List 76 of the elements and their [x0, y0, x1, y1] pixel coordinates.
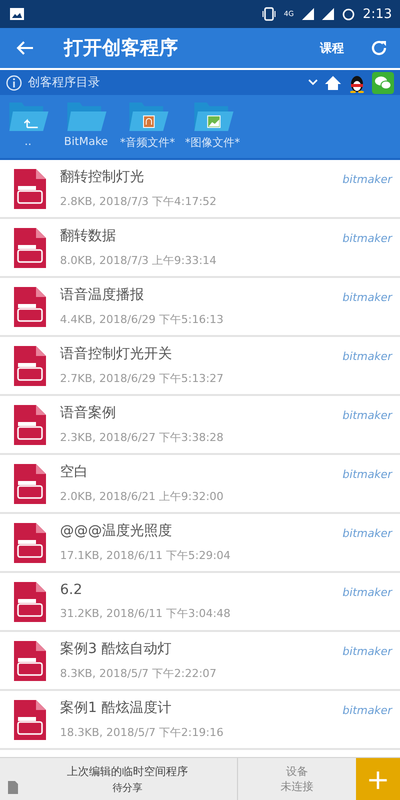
file-row[interactable]: 案例3 酷炫自动灯 8.3KB, 2018/5/7 下午2:22:07 bitmaker	[0, 632, 400, 691]
chevron-down-icon[interactable]	[308, 78, 318, 86]
vibrate-icon	[262, 7, 276, 21]
signal-icon	[322, 8, 334, 20]
file-name: 翻转数据	[60, 227, 117, 245]
file-name: 空白	[60, 463, 89, 481]
file-author: bitmaker	[342, 232, 392, 245]
document-icon	[14, 522, 46, 562]
document-icon	[14, 582, 46, 622]
device-label: 设备	[286, 764, 308, 779]
image-notification-icon	[10, 8, 24, 20]
file-row[interactable]: @@@温度光照度 17.1KB, 2018/6/11 下午5:29:04 bitmaker	[0, 514, 400, 573]
file-name: 语音温度播报	[60, 286, 145, 304]
document-icon	[14, 700, 46, 740]
file-row[interactable]: 语音温度播报 4.4KB, 2018/6/29 下午5:16:13 bitmaker	[0, 278, 400, 337]
file-author: bitmaker	[342, 645, 392, 658]
folder-name: ..	[24, 135, 32, 148]
file-details: 8.0KB, 2018/7/3 上午9:33:14	[60, 253, 218, 268]
file-details: 2.8KB, 2018/7/3 下午4:17:52	[60, 194, 218, 209]
info-icon[interactable]	[6, 74, 22, 90]
file-author: bitmaker	[342, 350, 392, 363]
recent-program-button[interactable]: 上次编辑的临时空间程序 待分享	[0, 758, 238, 800]
folder-name: *图像文件*	[185, 135, 240, 150]
directory-label: 创客程序目录	[28, 74, 101, 91]
document-icon	[14, 640, 46, 680]
file-row[interactable]: 语音案例 2.3KB, 2018/6/27 下午3:38:28 bitmaker	[0, 396, 400, 455]
page-title: 打开创客程序	[64, 36, 179, 61]
course-link[interactable]: 课程	[320, 40, 344, 56]
file-details: 8.3KB, 2018/5/7 下午2:22:07	[60, 666, 218, 681]
file-name: 翻转控制灯光	[60, 168, 145, 186]
file-details: 17.1KB, 2018/6/11 下午5:29:04	[60, 548, 232, 563]
document-icon	[14, 168, 46, 208]
folder-name: *音频文件*	[120, 135, 175, 150]
document-icon	[14, 404, 46, 444]
file-name: 案例1 酷炫温度计	[60, 699, 172, 717]
refresh-icon[interactable]	[370, 39, 388, 57]
file-author: bitmaker	[342, 527, 392, 540]
signal-icon	[302, 8, 314, 20]
file-row[interactable]: 6.2 31.2KB, 2018/6/11 下午3:04:48 bitmaker	[0, 573, 400, 632]
file-row[interactable]: 翻转数据 8.0KB, 2018/7/3 上午9:33:14 bitmaker	[0, 219, 400, 278]
document-icon	[14, 464, 46, 504]
back-arrow-icon	[16, 40, 34, 56]
document-icon	[14, 346, 46, 386]
recent-program-title: 上次编辑的临时空间程序	[67, 764, 188, 778]
file-author: bitmaker	[342, 468, 392, 481]
file-details: 2.3KB, 2018/6/27 下午3:38:28	[60, 430, 225, 445]
file-details: 2.7KB, 2018/6/29 下午5:13:27	[60, 371, 225, 386]
file-author: bitmaker	[342, 173, 392, 186]
home-icon[interactable]	[324, 74, 342, 90]
file-row[interactable]: 空白 2.0KB, 2018/6/21 上午9:32:00 bitmaker	[0, 455, 400, 514]
file-author: bitmaker	[342, 409, 392, 422]
back-button[interactable]	[16, 40, 34, 56]
loading-icon	[342, 8, 355, 20]
file-row[interactable]: 翻转控制灯光 2.8KB, 2018/7/3 下午4:17:52 bitmaker	[0, 160, 400, 219]
file-name: 6.2	[60, 582, 84, 598]
chat-app-icon[interactable]	[372, 72, 394, 94]
file-name: 案例3 酷炫自动灯	[60, 640, 172, 658]
file-name: 语音控制灯光开关	[60, 345, 173, 363]
file-row[interactable]: 案例1 酷炫温度计 18.3KB, 2018/5/7 下午2:19:16 bitmaker	[0, 691, 400, 750]
folder-name: BitMake	[64, 135, 108, 148]
file-details: 2.0KB, 2018/6/21 上午9:32:00	[60, 489, 225, 504]
file-details: 18.3KB, 2018/5/7 下午2:19:16	[60, 725, 225, 740]
file-author: bitmaker	[342, 704, 392, 717]
document-icon	[14, 228, 46, 268]
file-author: bitmaker	[342, 291, 392, 304]
file-name: @@@温度光照度	[60, 522, 173, 540]
document-icon	[14, 286, 46, 326]
file-name: 语音案例	[60, 404, 117, 422]
file-author: bitmaker	[342, 586, 392, 599]
clock: 2:13	[362, 6, 392, 22]
file-row[interactable]: 语音控制灯光开关 2.7KB, 2018/6/29 下午5:13:27 bitmaker	[0, 337, 400, 396]
file-icon	[8, 781, 18, 794]
file-details: 31.2KB, 2018/6/11 下午3:04:48	[60, 606, 232, 621]
file-details: 4.4KB, 2018/6/29 下午5:16:13	[60, 312, 225, 327]
share-status: 待分享	[112, 782, 142, 794]
connection-status: 未连接	[280, 779, 314, 794]
